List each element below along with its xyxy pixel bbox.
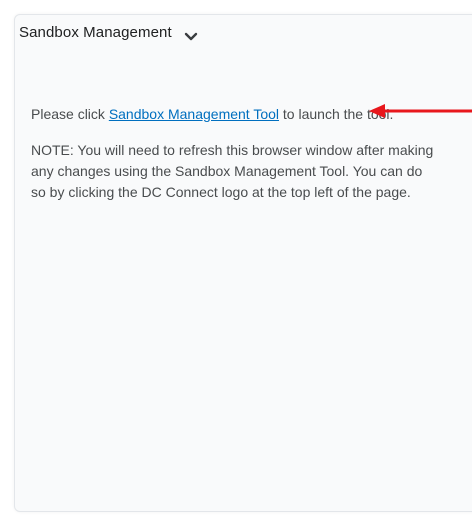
widget-title: Sandbox Management (19, 23, 172, 41)
red-arrow-icon (369, 104, 472, 118)
chevron-down-icon[interactable] (184, 29, 198, 40)
intro-prefix: Please click (31, 106, 109, 122)
sandbox-management-tool-link[interactable]: Sandbox Management Tool (109, 106, 279, 122)
page: Sandbox Management Please click Sandbox … (0, 0, 472, 523)
widget-body: Please click Sandbox Management Tool to … (31, 104, 436, 218)
note-paragraph: NOTE: You will need to refresh this brow… (31, 142, 434, 200)
widget-header[interactable]: Sandbox Management (19, 22, 198, 42)
sandbox-management-widget (14, 14, 472, 512)
